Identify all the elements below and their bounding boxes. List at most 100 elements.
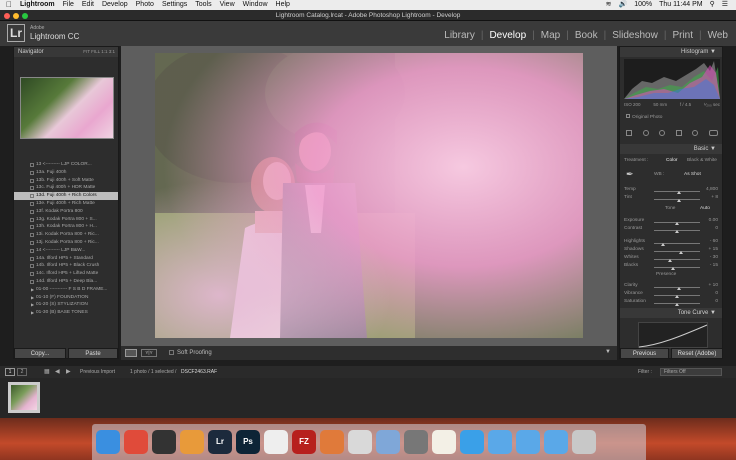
red-eye-icon[interactable] xyxy=(659,130,666,136)
preset-item[interactable]: 14c. Ilford HP5 + Lifted Matte xyxy=(14,270,118,278)
preset-item[interactable]: 14b. Ilford HP5 + Black Crush xyxy=(14,262,118,270)
module-book[interactable]: Book xyxy=(575,30,598,41)
slider-value-whites[interactable]: - 30 xyxy=(702,255,718,260)
battery-text[interactable]: 100% xyxy=(634,0,652,10)
dock-filezilla-icon[interactable]: FZ xyxy=(292,430,316,454)
dock-photos-icon[interactable] xyxy=(180,430,204,454)
histogram-graph[interactable] xyxy=(624,59,720,99)
brush-icon[interactable] xyxy=(708,130,718,136)
clock[interactable]: Thu 11:44 PM xyxy=(659,0,702,10)
preset-item[interactable]: 13f. Kodak Portra 800 xyxy=(14,208,118,216)
module-develop[interactable]: Develop xyxy=(489,30,526,41)
preset-item[interactable]: 14d. Ilford HP5 + Deep Bla... xyxy=(14,278,118,286)
menu-settings[interactable]: Settings xyxy=(162,0,187,10)
histogram-header[interactable]: Histogram ▼ xyxy=(620,47,722,57)
radial-filter-icon[interactable] xyxy=(692,130,699,136)
preset-item[interactable]: 13g. Kodak Portra 800 + S... xyxy=(14,216,118,224)
soft-proofing-toggle[interactable]: Soft Proofing xyxy=(169,346,212,360)
spot-removal-icon[interactable] xyxy=(642,130,649,136)
slider-knob-tint[interactable] xyxy=(677,199,682,202)
page-1-button[interactable]: 1 xyxy=(5,368,15,376)
preset-folder[interactable]: ▶ 01-00 ----------- F S B D FRAME... xyxy=(14,286,118,294)
filter-select[interactable]: Filters Off xyxy=(660,368,722,376)
module-web[interactable]: Web xyxy=(708,30,728,41)
apple-icon[interactable]:  xyxy=(6,0,12,10)
slider-value-temp[interactable]: 4,800 xyxy=(702,187,718,192)
slider-knob-blacks[interactable] xyxy=(671,267,676,270)
preset-item[interactable]: 13c. Fuji 400h + HDR Matte xyxy=(14,184,118,192)
basic-panel-header[interactable]: Basic ▼ xyxy=(620,144,722,154)
minimize-window-icon[interactable] xyxy=(13,13,19,19)
tone-curve-graph[interactable] xyxy=(638,322,708,348)
preset-item[interactable]: 14a. Ilford HP5 + Standard xyxy=(14,255,118,263)
search-icon[interactable]: ⚲ xyxy=(710,0,715,10)
loupe-view-icon[interactable] xyxy=(125,349,137,357)
dock-docs-folder-icon[interactable] xyxy=(516,430,540,454)
toolbar-menu-chevron-icon[interactable]: ▼ xyxy=(605,349,611,355)
slider-value-clarity[interactable]: + 10 xyxy=(702,283,718,288)
graduated-filter-icon[interactable] xyxy=(675,130,682,136)
module-print[interactable]: Print xyxy=(672,30,693,41)
slider-knob-highlights[interactable] xyxy=(661,243,666,246)
slider-value-exposure[interactable]: 0.00 xyxy=(702,218,718,223)
filename[interactable]: DSCF2463.RAF xyxy=(181,369,217,375)
treatment-bw-option[interactable]: Black & White xyxy=(687,158,717,163)
copy-settings-button[interactable]: Copy... xyxy=(14,348,66,359)
preset-item[interactable]: 13e. Fuji 400h + Rich Matte xyxy=(14,200,118,208)
wifi-icon[interactable]: ≋ xyxy=(606,0,612,10)
menu-tools[interactable]: Tools xyxy=(195,0,211,10)
slider-value-contrast[interactable]: 0 xyxy=(702,226,718,231)
slider-value-blacks[interactable]: - 15 xyxy=(702,263,718,268)
dock-lightroom-icon[interactable]: Lr xyxy=(208,430,232,454)
eyedropper-icon[interactable]: ✒ xyxy=(626,169,634,180)
close-window-icon[interactable] xyxy=(4,13,10,19)
menu-window[interactable]: Window xyxy=(243,0,268,10)
dock-preview-icon[interactable] xyxy=(376,430,400,454)
slider-knob-whites[interactable] xyxy=(668,259,673,262)
dock-safari-icon[interactable] xyxy=(460,430,484,454)
dock-acrobat-icon[interactable] xyxy=(348,430,372,454)
page-2-button[interactable]: 2 xyxy=(17,368,27,376)
reset-button[interactable]: Reset (Adobe) xyxy=(671,348,723,359)
menu-app-name[interactable]: Lightroom xyxy=(20,0,55,10)
preset-item[interactable]: 13a. Fuji 400h xyxy=(14,169,118,177)
menu-file[interactable]: File xyxy=(63,0,74,10)
preset-folder[interactable]: ▶ 01-30 (B) BASE TONES xyxy=(14,309,118,317)
slider-track-blacks[interactable] xyxy=(654,267,700,268)
preset-item[interactable]: 13h. Kodak Portra 800 + H... xyxy=(14,223,118,231)
crop-icon[interactable] xyxy=(626,130,632,136)
navigator-preview[interactable] xyxy=(20,77,114,139)
dock-chrome-icon[interactable] xyxy=(124,430,148,454)
slider-knob-clarity[interactable] xyxy=(677,287,682,290)
dock-finder-icon[interactable] xyxy=(96,430,120,454)
volume-icon[interactable]: 🔊 xyxy=(619,0,628,10)
dock-brackets-icon[interactable] xyxy=(320,430,344,454)
paste-settings-button[interactable]: Paste xyxy=(68,348,118,359)
tone-auto-button[interactable]: Auto xyxy=(700,206,710,211)
before-after-toggle[interactable]: Y|Y xyxy=(141,349,157,357)
filmstrip-thumbnail[interactable] xyxy=(8,382,40,413)
tone-curve-header[interactable]: Tone Curve ▼ xyxy=(620,308,722,318)
back-arrow-icon[interactable]: ◀ xyxy=(55,368,60,375)
wedding-photo[interactable] xyxy=(155,53,583,338)
slider-value-shadows[interactable]: + 15 xyxy=(702,247,718,252)
slider-value-highlights[interactable]: - 60 xyxy=(702,239,718,244)
preset-item[interactable]: 14 <--------- LJP B&W... xyxy=(14,247,118,255)
slider-value-saturation[interactable]: 0 xyxy=(702,299,718,304)
grid-view-icon[interactable]: ▦ xyxy=(44,368,50,375)
preset-item[interactable]: 13i. Kodak Portra 800 + Ric... xyxy=(14,231,118,239)
dock-apps-folder-icon[interactable] xyxy=(488,430,512,454)
dock-notes-icon[interactable] xyxy=(432,430,456,454)
preset-item[interactable]: 13b. Fuji 400h + Soft Matte xyxy=(14,177,118,185)
module-slideshow[interactable]: Slideshow xyxy=(612,30,658,41)
slider-knob-temp[interactable] xyxy=(677,191,682,194)
menu-edit[interactable]: Edit xyxy=(82,0,94,10)
zoom-window-icon[interactable] xyxy=(22,13,28,19)
preset-item[interactable]: 13 <--------- LJP COLOR... xyxy=(14,161,118,169)
slider-knob-exposure[interactable] xyxy=(675,222,679,225)
preset-folder[interactable]: ▶ 01-20 (S) STYLIZATION xyxy=(14,301,118,309)
menu-photo[interactable]: Photo xyxy=(136,0,154,10)
module-map[interactable]: Map xyxy=(541,30,560,41)
dock-trash-icon[interactable] xyxy=(572,430,596,454)
dock-sys-prefs-icon[interactable] xyxy=(404,430,428,454)
